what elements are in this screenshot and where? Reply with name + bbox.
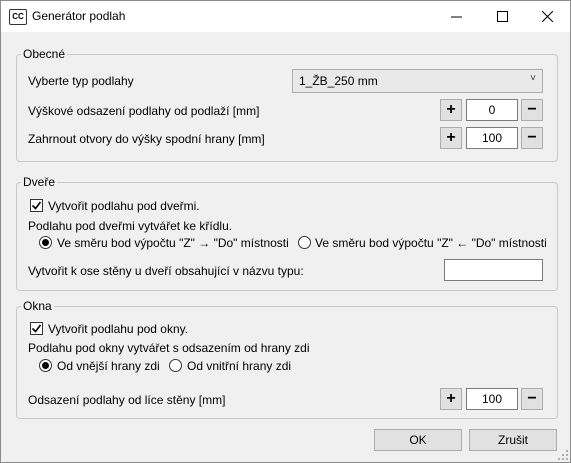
doors-legend: Dveře xyxy=(23,175,56,189)
ok-button[interactable]: OK xyxy=(374,429,462,451)
windows-offset-from-edge-label: Podlahu pod okny vytvářet s odsazením od… xyxy=(28,341,310,355)
wall-face-offset-input[interactable] xyxy=(466,388,518,410)
windows-radio-outer-label: Od vnější hrany zdi xyxy=(57,359,160,373)
floor-type-value: 1_ŽB_250 mm xyxy=(299,74,378,88)
maximize-button[interactable] xyxy=(479,1,525,32)
app-icon: CC xyxy=(9,9,27,25)
checkmark-icon xyxy=(31,201,42,210)
minimize-icon xyxy=(450,16,462,18)
windows-legend: Okna xyxy=(23,299,52,313)
windows-radio-inner-label: Od vnitřní hrany zdi xyxy=(187,359,292,373)
window-title: Generátor podlah xyxy=(32,9,126,23)
doors-radio-backward-label: Ve směru bod výpočtu "Z" ← "Do" místnost… xyxy=(315,236,547,250)
close-icon xyxy=(541,11,553,22)
title-bar: CC Generátor podlah xyxy=(1,1,570,32)
windows-create-label: Vytvořit podlahu pod okny. xyxy=(48,322,189,336)
height-offset-plus-button[interactable]: + xyxy=(440,99,462,121)
resize-grip-icon[interactable] xyxy=(557,449,569,461)
height-offset-input[interactable] xyxy=(466,99,518,121)
general-legend: Obecné xyxy=(23,47,66,61)
openings-label: Zahrnout otvory do výšky spodní hrany [m… xyxy=(28,132,265,146)
height-offset-label: Výškové odsazení podlahy od podlaží [mm] xyxy=(28,104,260,118)
wall-face-offset-plus-button[interactable]: + xyxy=(440,388,462,410)
doors-radio-forward-label: Ve směru bod výpočtu "Z" → "Do" místnost… xyxy=(57,236,289,250)
wall-face-offset-label: Odsazení podlahy od líce stěny [mm] xyxy=(28,393,226,407)
windows-radio-outer[interactable] xyxy=(39,359,52,372)
openings-minus-button[interactable]: − xyxy=(521,127,543,149)
windows-create-checkbox[interactable] xyxy=(30,322,43,335)
openings-plus-button[interactable]: + xyxy=(440,127,462,149)
windows-radio-inner[interactable] xyxy=(169,359,182,372)
wall-axis-label: Vytvořit k ose stěny u dveří obsahující … xyxy=(28,264,304,278)
wall-face-offset-minus-button[interactable]: − xyxy=(521,388,543,410)
maximize-icon xyxy=(496,11,508,22)
doors-create-at-label: Podlahu pod dveřmi vytvářet ke křídlu. xyxy=(28,219,233,233)
close-button[interactable] xyxy=(524,1,570,32)
height-offset-minus-button[interactable]: − xyxy=(521,99,543,121)
doors-radio-backward[interactable] xyxy=(298,236,311,249)
doors-create-checkbox[interactable] xyxy=(30,199,43,212)
wall-axis-input[interactable] xyxy=(444,259,543,281)
floor-type-label: Vyberte typ podlahy xyxy=(28,74,134,88)
openings-input[interactable] xyxy=(466,127,518,149)
cancel-button[interactable]: Zrušit xyxy=(469,429,557,451)
doors-radio-forward[interactable] xyxy=(39,236,52,249)
chevron-down-icon: ˅ xyxy=(530,73,536,84)
floor-type-select[interactable]: 1_ŽB_250 mm ˅ xyxy=(292,69,543,93)
doors-create-label: Vytvořit podlahu pod dveřmi. xyxy=(48,199,200,213)
checkmark-icon xyxy=(31,324,42,333)
minimize-button[interactable] xyxy=(433,1,479,32)
dialog-window: CC Generátor podlah Obecné Vyberte typ p… xyxy=(0,0,571,463)
